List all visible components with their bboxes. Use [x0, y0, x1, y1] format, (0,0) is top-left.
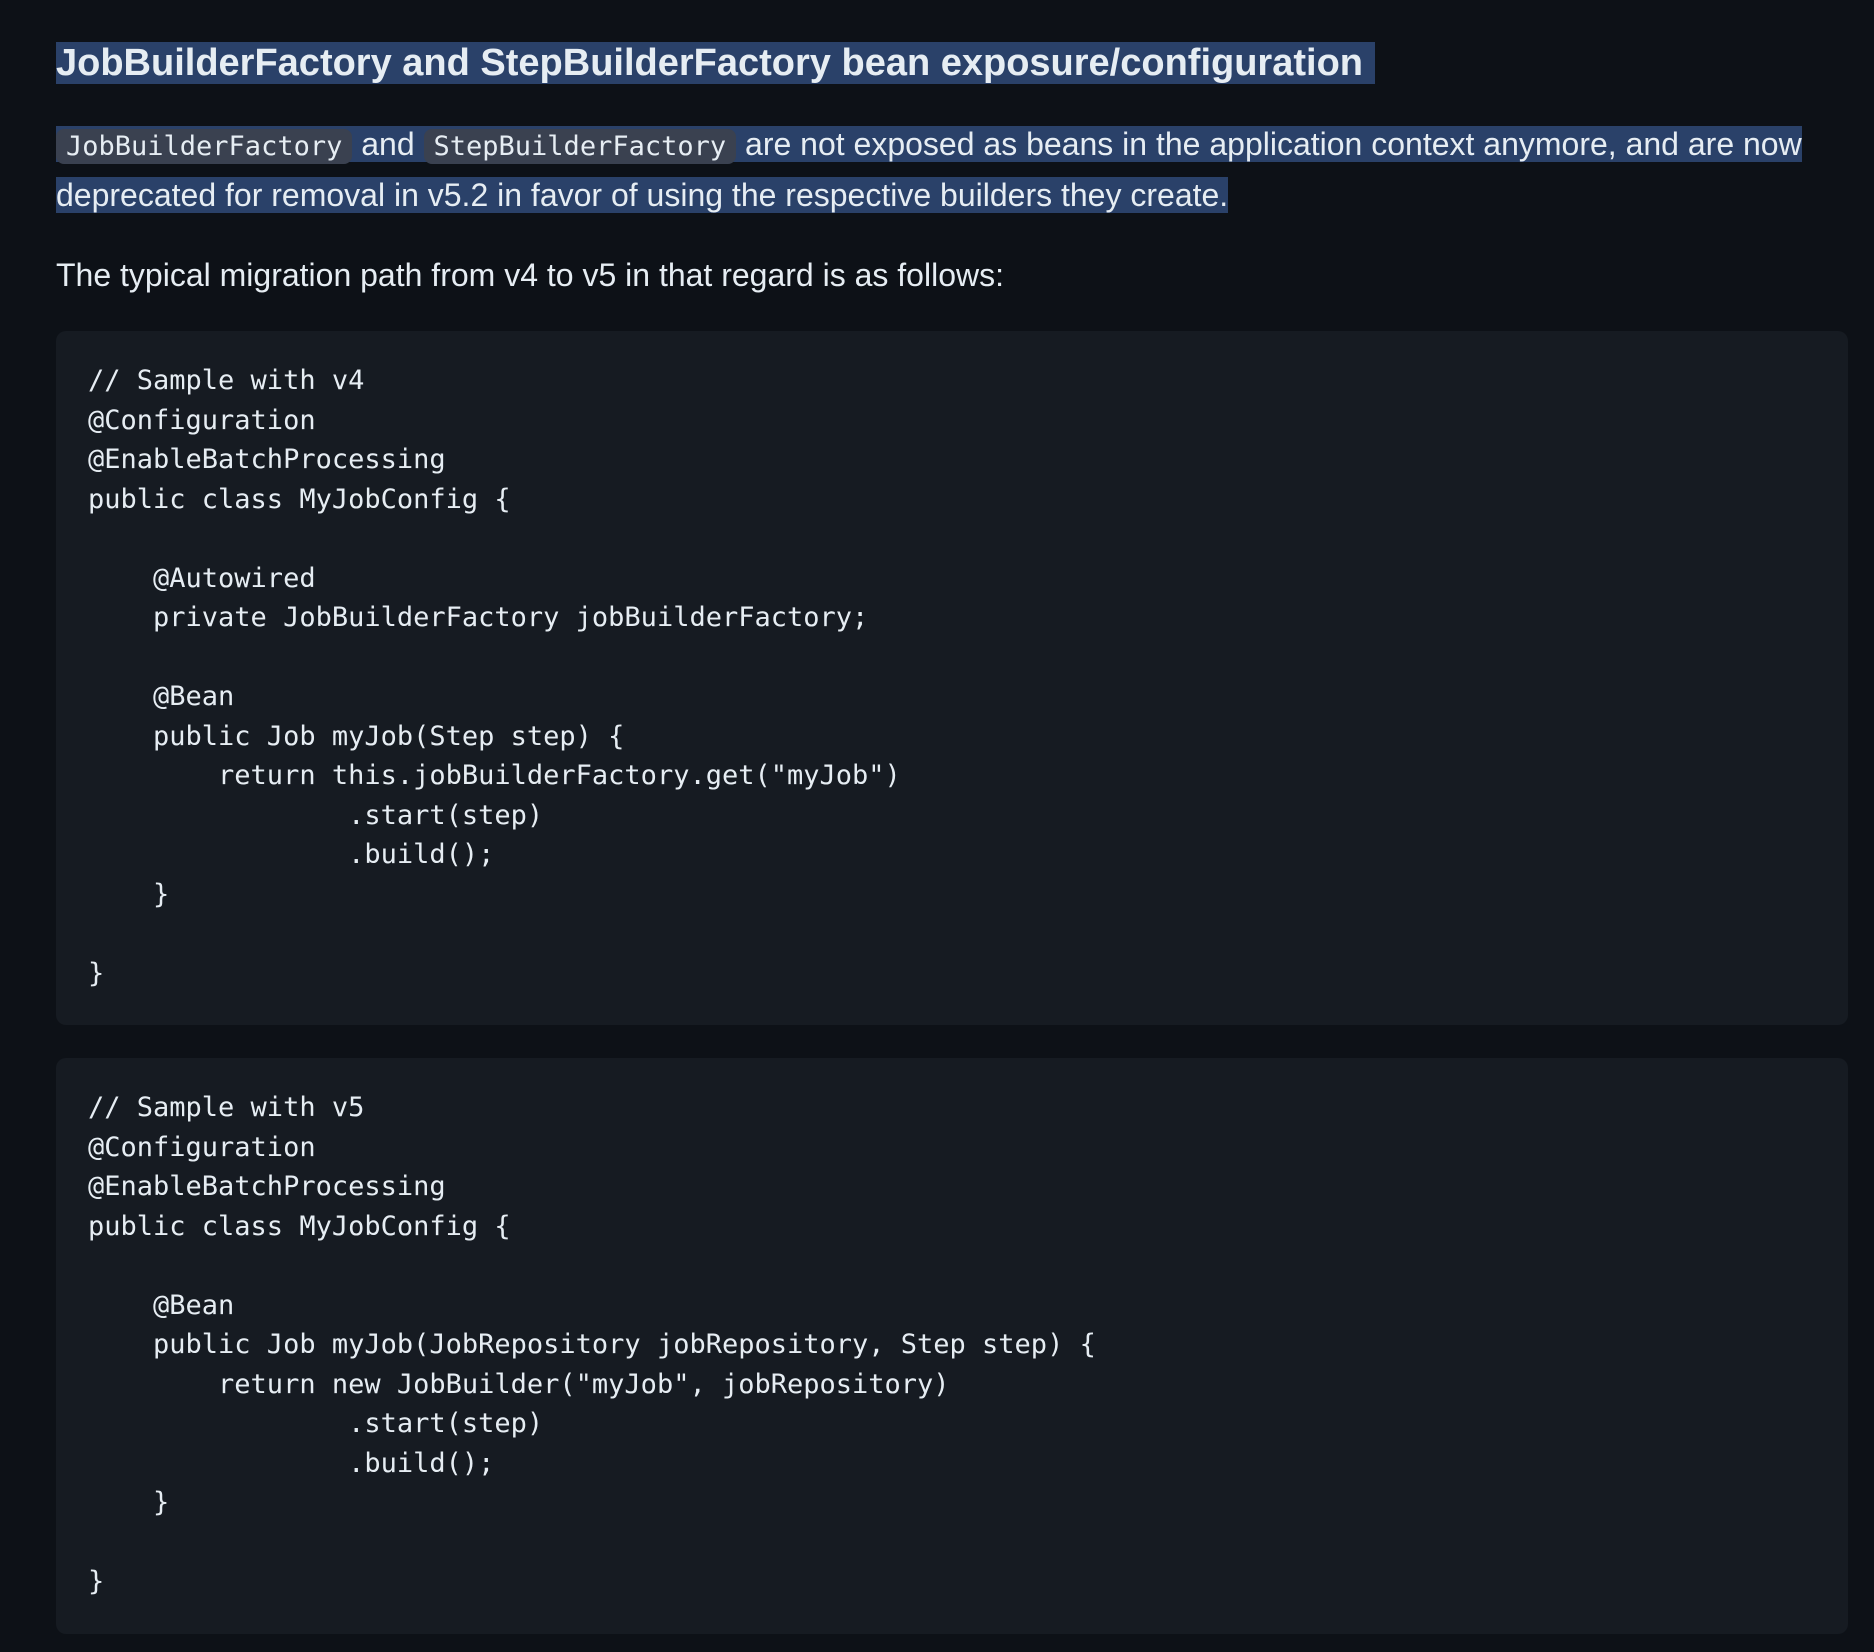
inline-code-job-builder-factory: JobBuilderFactory	[56, 129, 353, 164]
release-notes-section: JobBuilderFactory and StepBuilderFactory…	[56, 34, 1848, 1634]
section-heading-text: JobBuilderFactory and StepBuilderFactory…	[56, 42, 1375, 84]
code-block-v5[interactable]: // Sample with v5 @Configuration @Enable…	[56, 1058, 1848, 1634]
deprecation-paragraph: JobBuilderFactory and StepBuilderFactory…	[56, 120, 1848, 219]
migration-intro-paragraph: The typical migration path from v4 to v5…	[56, 257, 1004, 293]
conjunction-text: and	[361, 126, 415, 162]
code-block-v4[interactable]: // Sample with v4 @Configuration @Enable…	[56, 331, 1848, 1025]
section-heading: JobBuilderFactory and StepBuilderFactory…	[56, 34, 1848, 92]
inline-code-step-builder-factory: StepBuilderFactory	[423, 129, 737, 164]
